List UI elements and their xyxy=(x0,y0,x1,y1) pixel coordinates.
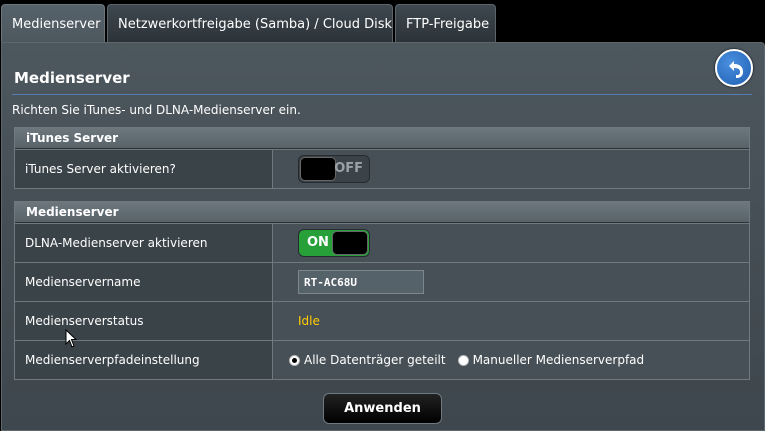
tab-samba-cloud-disk[interactable]: Netzwerkortfreigabe (Samba) / Cloud Disk xyxy=(107,4,393,42)
itunes-enable-row: iTunes Server aktivieren? OFF xyxy=(15,149,749,188)
media-server-path-label: Medienserverpfadeinstellung xyxy=(15,341,273,379)
toggle-off-text: OFF xyxy=(334,161,363,176)
media-server-status-value: Idle xyxy=(298,314,320,328)
tab-medienserver[interactable]: Medienserver xyxy=(1,4,105,43)
itunes-section: iTunes Server iTunes Server aktivieren? … xyxy=(14,127,750,189)
media-server-status-label: Medienserverstatus xyxy=(15,302,273,340)
itunes-server-toggle[interactable]: OFF xyxy=(298,155,370,183)
dlna-enable-label: DLNA-Medienserver aktivieren xyxy=(15,224,273,262)
page-title: Medienserver xyxy=(14,69,130,87)
tab-bar: Medienserver Netzwerkortfreigabe (Samba)… xyxy=(0,0,765,43)
dlna-server-toggle[interactable]: ON xyxy=(298,229,370,257)
main-panel: Medienserver Richten Sie iTunes- und DLN… xyxy=(1,42,765,431)
radio-manual-path[interactable] xyxy=(457,354,469,366)
toggle-on-text: ON xyxy=(307,235,329,250)
back-arrow-icon xyxy=(729,61,743,78)
back-button[interactable] xyxy=(715,49,753,87)
media-server-name-input[interactable] xyxy=(298,270,424,294)
radio-manual-path-label[interactable]: Manueller Medienserverpfad xyxy=(473,353,645,367)
media-server-section-heading: Medienserver xyxy=(15,202,749,223)
title-divider xyxy=(12,94,752,95)
radio-all-drives-label[interactable]: Alle Datenträger geteilt xyxy=(304,353,446,367)
toggle-knob xyxy=(300,157,336,181)
itunes-enable-label: iTunes Server aktivieren? xyxy=(15,150,273,188)
tab-ftp-freigabe[interactable]: FTP-Freigabe xyxy=(395,4,496,42)
radio-all-drives[interactable] xyxy=(289,354,300,366)
media-server-section: Medienserver DLNA-Medienserver aktiviere… xyxy=(14,201,750,380)
itunes-section-heading: iTunes Server xyxy=(15,128,749,149)
media-server-path-row: Medienserverpfadeinstellung Alle Datentr… xyxy=(15,340,749,379)
apply-button[interactable]: Anwenden xyxy=(323,393,442,424)
media-server-path-options: Alle Datenträger geteilt Manueller Medie… xyxy=(289,353,652,367)
media-server-name-row: Medienservername xyxy=(15,262,749,301)
toggle-knob xyxy=(332,231,368,255)
dlna-enable-row: DLNA-Medienserver aktivieren ON xyxy=(15,223,749,262)
page-subtitle: Richten Sie iTunes- und DLNA-Medienserve… xyxy=(12,103,301,117)
mouse-cursor-icon xyxy=(65,329,78,348)
media-server-status-row: Medienserverstatus Idle xyxy=(15,301,749,340)
media-server-name-label: Medienservername xyxy=(15,263,273,301)
